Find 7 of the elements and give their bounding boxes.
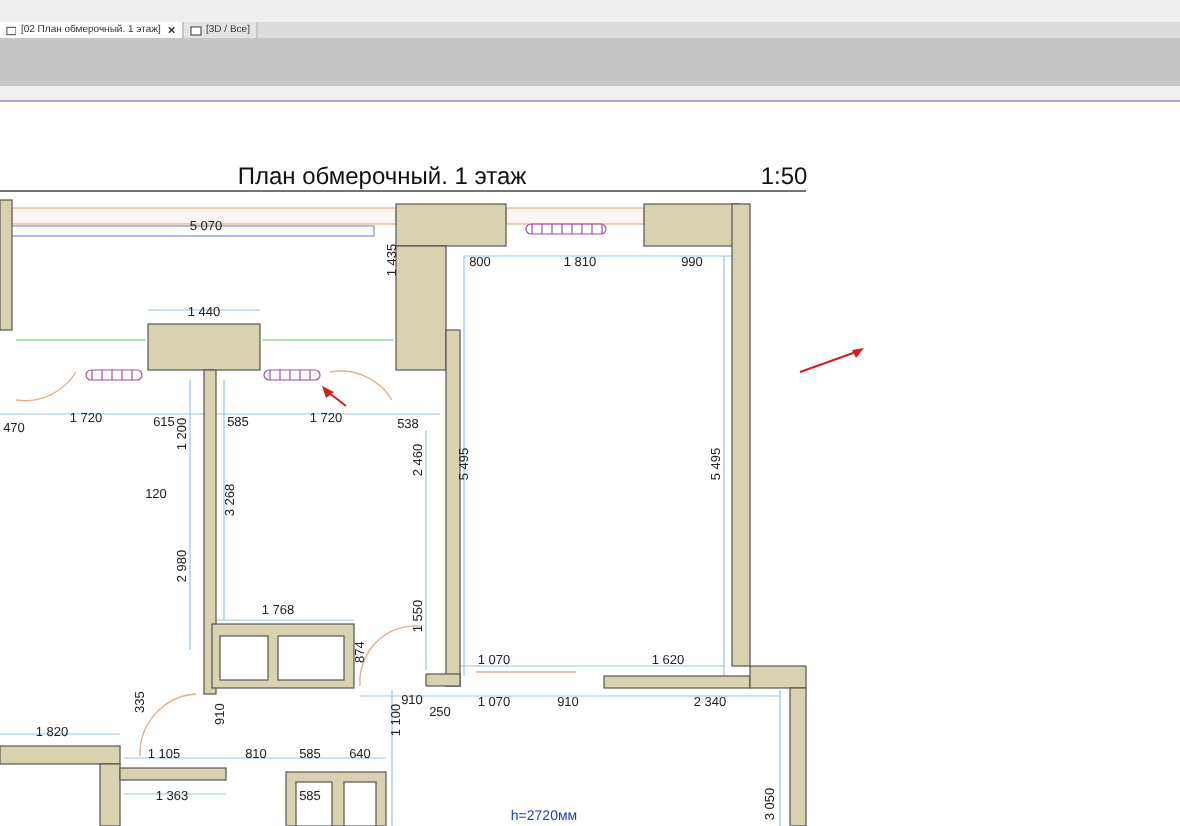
close-icon[interactable] [168, 26, 176, 34]
sheet-title: План обмерочный. 1 этаж [237, 162, 527, 190]
pointer-arrow [322, 386, 347, 407]
sheet-icon [190, 25, 202, 35]
pointer-arrow [799, 348, 864, 373]
sheet-icon [6, 25, 17, 35]
scale-label: 1:50 [760, 162, 808, 190]
